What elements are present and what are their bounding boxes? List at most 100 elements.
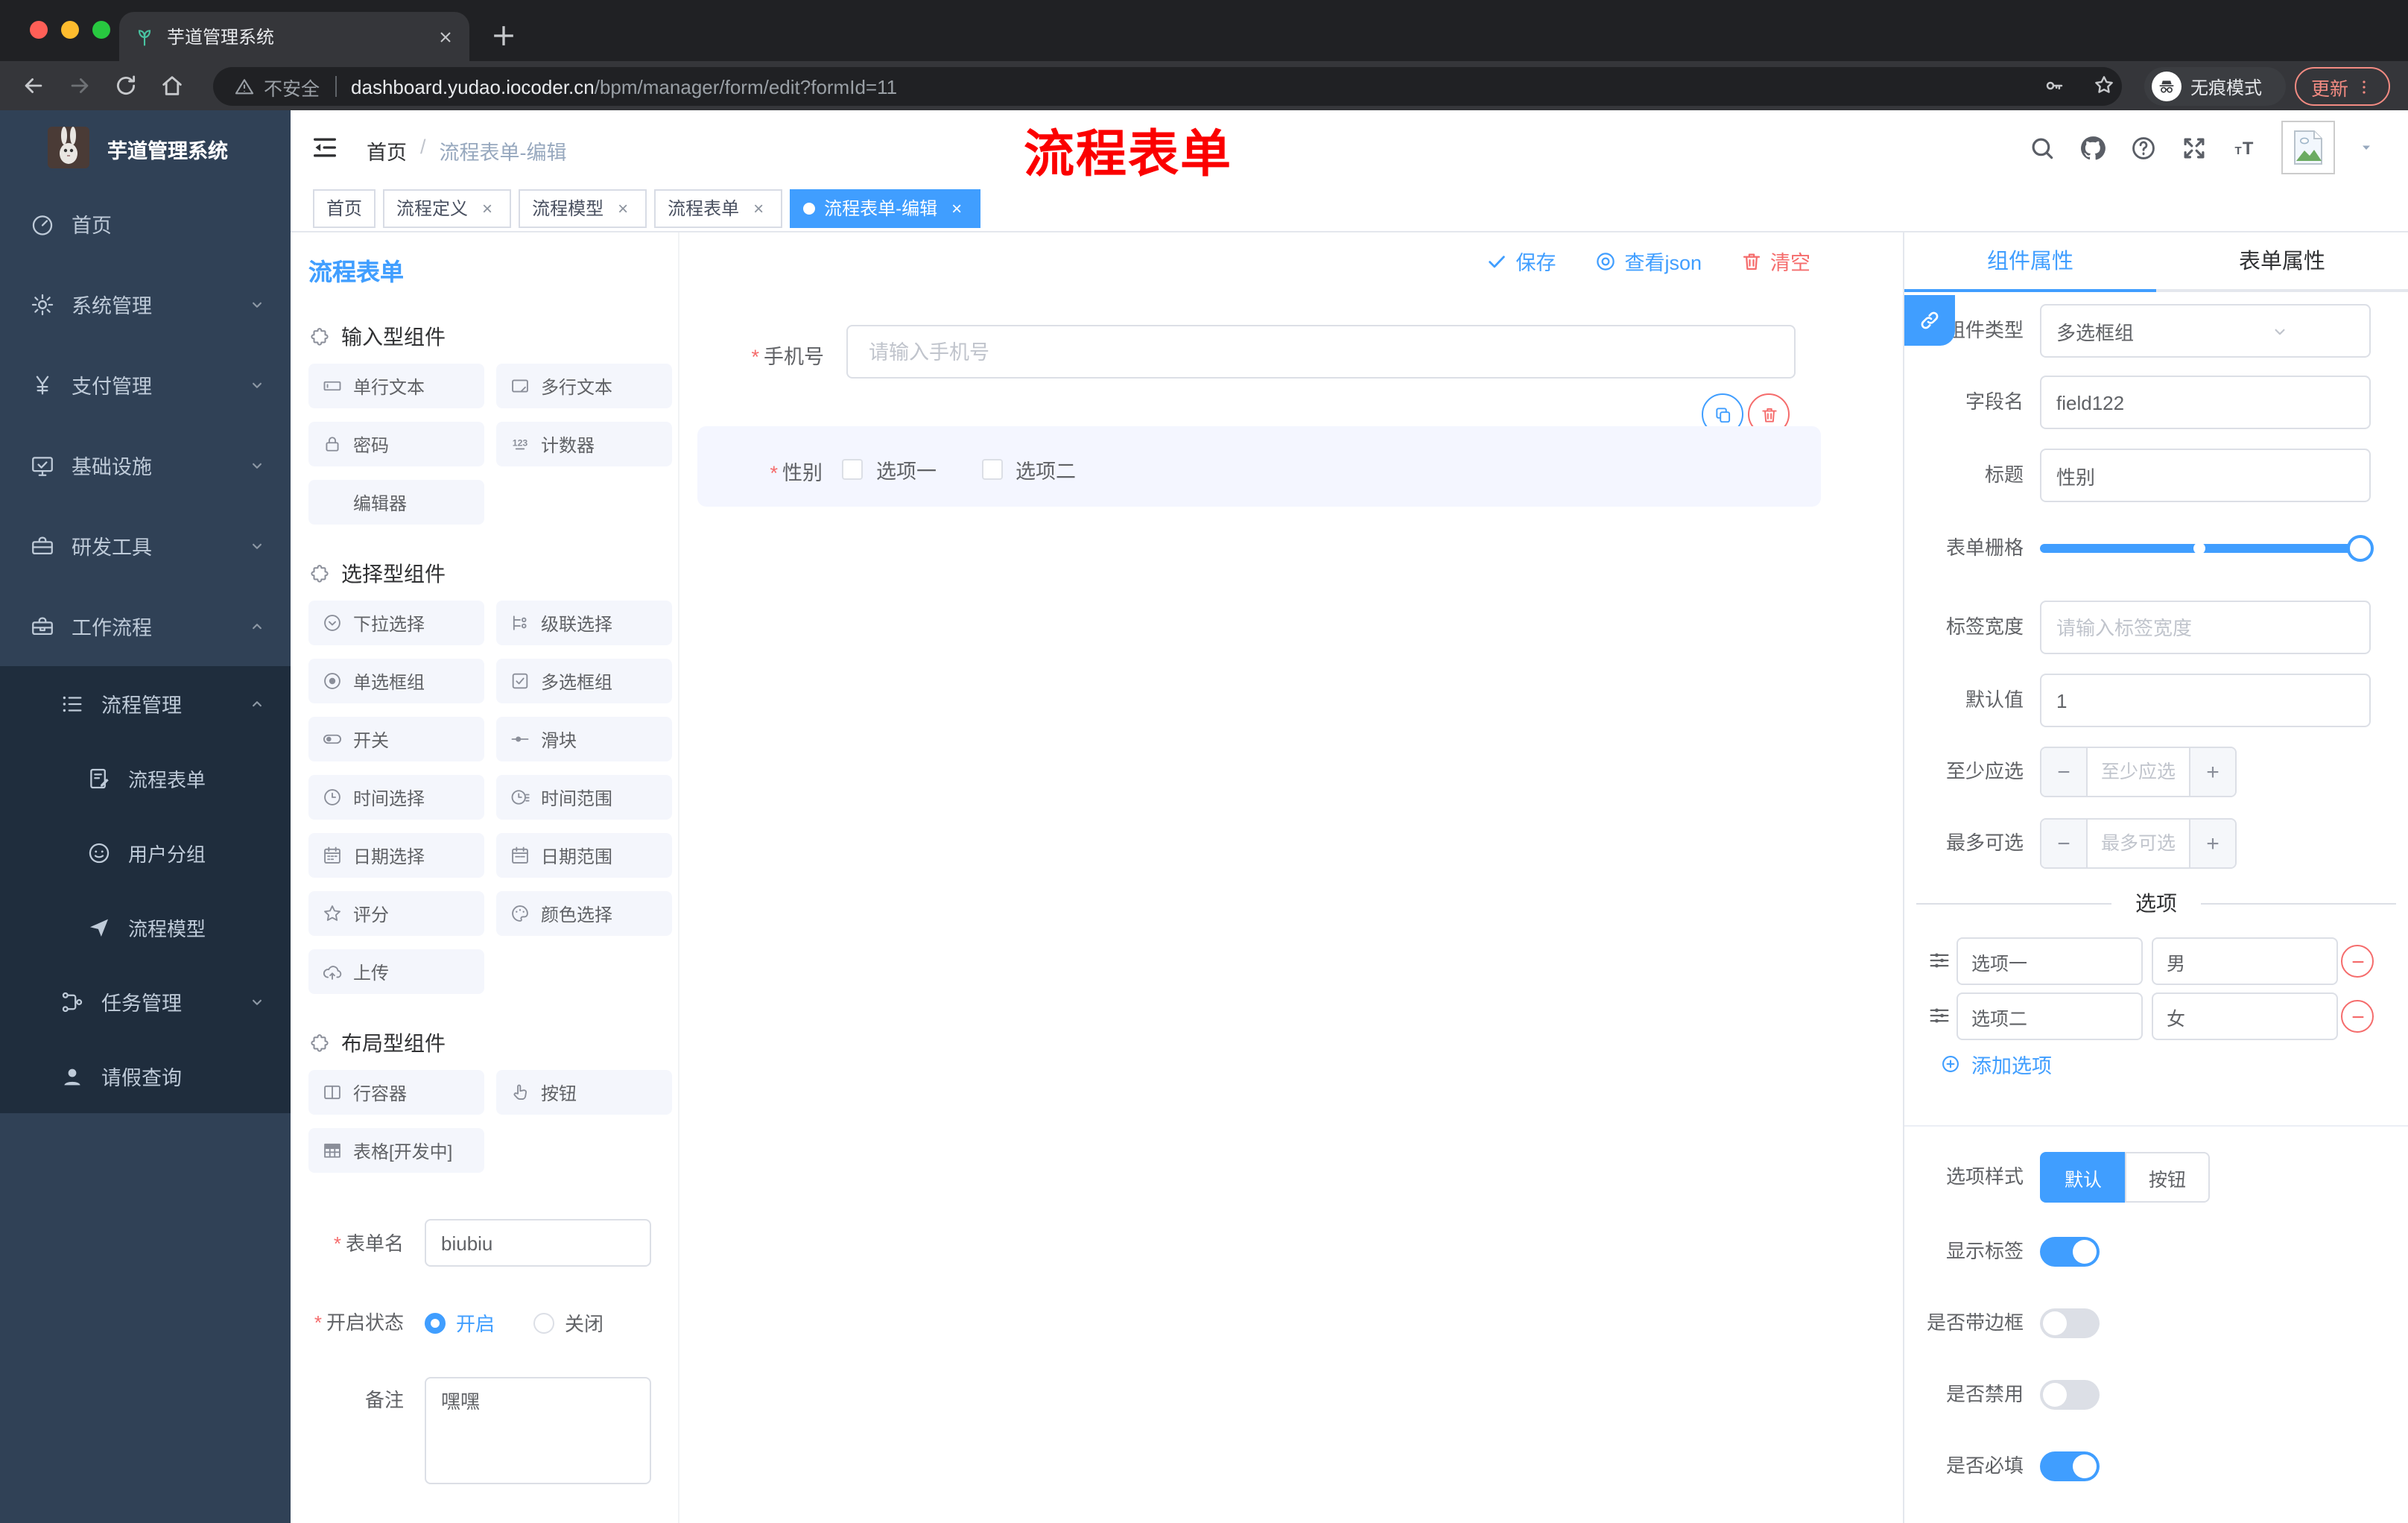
sidebar-item-payment-mgmt[interactable]: 支付管理 — [0, 344, 291, 425]
selected-component-gender[interactable]: * 性别 选项一 选项二 — [697, 426, 1821, 507]
window-zoom-button[interactable] — [92, 21, 110, 39]
tag-home[interactable]: 首页 — [313, 189, 376, 227]
tab-form-props[interactable]: 表单属性 — [2156, 232, 2408, 292]
toggle-switch-disabled[interactable] — [2040, 1380, 2100, 1410]
component-item-password[interactable]: 密码 — [308, 422, 484, 466]
browser-menu-icon[interactable] — [2354, 77, 2374, 96]
decrease-button[interactable]: − — [2041, 748, 2088, 796]
option-style-button[interactable]: 按钮 — [2125, 1152, 2210, 1203]
github-icon[interactable] — [2079, 133, 2107, 162]
option-value-input[interactable] — [2152, 937, 2338, 985]
component-item-time-picker[interactable]: 时间选择 — [308, 775, 484, 820]
component-item-multi-line-text[interactable]: 多行文本 — [496, 364, 672, 408]
label-width-input[interactable] — [2040, 601, 2371, 654]
tag-process-form[interactable]: 流程表单 × — [654, 189, 783, 227]
remove-option-button[interactable] — [2341, 945, 2374, 978]
sidebar-item-workflow[interactable]: 工作流程 — [0, 586, 291, 666]
sidebar-item-dev-tools[interactable]: 研发工具 — [0, 505, 291, 586]
tag-close-icon[interactable]: × — [612, 197, 633, 218]
increase-button[interactable]: + — [2189, 820, 2235, 867]
form-grid-slider[interactable] — [2040, 535, 2374, 562]
component-type-select[interactable]: 多选框组 — [2040, 304, 2371, 358]
component-item-single-line-text[interactable]: 单行文本 — [308, 364, 484, 408]
tag-process-form-edit[interactable]: 流程表单-编辑 × — [790, 189, 981, 227]
gender-option-checkbox[interactable]: 选项一 — [842, 455, 937, 484]
phone-field-input[interactable] — [846, 325, 1796, 379]
back-icon[interactable] — [21, 73, 46, 98]
sidebar-fold-icon[interactable] — [310, 133, 340, 162]
min-select-input[interactable] — [2088, 748, 2189, 796]
browser-update-button[interactable]: 更新 — [2295, 67, 2390, 106]
security-label[interactable]: 不安全 — [264, 72, 320, 101]
add-option-button[interactable]: 添加选项 — [1940, 1049, 2052, 1079]
external-link-button[interactable] — [1904, 295, 1955, 346]
component-item-radio-group[interactable]: 单选框组 — [308, 659, 484, 703]
sidebar-item-home[interactable]: 首页 — [0, 183, 291, 264]
window-minimize-button[interactable] — [61, 21, 79, 39]
toggle-switch-required[interactable] — [2040, 1451, 2100, 1481]
tag-close-icon[interactable]: × — [946, 197, 967, 218]
component-item-row-container[interactable]: 行容器 — [308, 1070, 484, 1115]
component-item-select[interactable]: 下拉选择 — [308, 601, 484, 645]
font-size-icon[interactable]: TT — [2231, 133, 2259, 162]
tag-process-model[interactable]: 流程模型 × — [519, 189, 647, 227]
increase-button[interactable]: + — [2189, 748, 2235, 796]
breadcrumb-home[interactable]: 首页 — [367, 136, 407, 165]
help-icon[interactable] — [2129, 133, 2158, 162]
form-remark-textarea[interactable]: 嘿嘿 — [425, 1377, 651, 1484]
component-item-table-dev[interactable]: 表格[开发中] — [308, 1128, 484, 1173]
tab-close-icon[interactable] — [437, 28, 454, 45]
user-avatar[interactable] — [2281, 121, 2335, 174]
gender-option-checkbox[interactable]: 选项二 — [981, 455, 1076, 484]
reload-icon[interactable] — [113, 73, 139, 98]
component-item-color-picker[interactable]: 颜色选择 — [496, 891, 672, 936]
component-item-editor[interactable]: 编辑器 — [308, 480, 484, 525]
drag-handle-icon[interactable] — [1927, 1003, 1952, 1028]
sidebar-logo-row[interactable]: 芋道管理系统 — [0, 110, 291, 185]
component-item-date-picker[interactable]: 日期选择 — [308, 833, 484, 878]
url-bar[interactable]: 不安全 dashboard.yudao.iocoder.cn/bpm/manag… — [213, 67, 2122, 106]
sidebar-item-process-model[interactable]: 流程模型 — [0, 890, 291, 964]
sidebar-item-infrastructure[interactable]: 基础设施 — [0, 425, 291, 505]
tab-component-props[interactable]: 组件属性 — [1904, 232, 2156, 292]
component-item-switch[interactable]: 开关 — [308, 717, 484, 762]
toggle-switch-show-label[interactable] — [2040, 1237, 2100, 1267]
fullscreen-icon[interactable] — [2180, 133, 2208, 162]
drag-handle-icon[interactable] — [1927, 948, 1952, 973]
field-name-input[interactable] — [2040, 376, 2371, 429]
component-item-checkbox-group[interactable]: 多选框组 — [496, 659, 672, 703]
slider-handle[interactable] — [2347, 535, 2374, 562]
toggle-switch-with-border[interactable] — [2040, 1308, 2100, 1338]
component-item-upload[interactable]: 上传 — [308, 949, 484, 994]
view-json-button[interactable]: 查看json — [1594, 246, 1702, 276]
avatar-caret-icon[interactable] — [2357, 139, 2375, 156]
max-select-input[interactable] — [2088, 820, 2189, 867]
component-item-time-range[interactable]: 时间范围 — [496, 775, 672, 820]
sidebar-item-process-form[interactable]: 流程表单 — [0, 741, 291, 815]
component-item-button[interactable]: 按钮 — [496, 1070, 672, 1115]
sidebar-item-system-mgmt[interactable]: 系统管理 — [0, 264, 291, 344]
tag-close-icon[interactable]: × — [748, 197, 769, 218]
title-input[interactable] — [2040, 449, 2371, 502]
component-item-slider[interactable]: 滑块 — [496, 717, 672, 762]
component-item-counter[interactable]: 123 计数器 — [496, 422, 672, 466]
option-label-input[interactable] — [1956, 937, 2143, 985]
search-icon[interactable] — [2028, 133, 2056, 162]
component-item-date-range[interactable]: 日期范围 — [496, 833, 672, 878]
sidebar-item-leave-query[interactable]: 请假查询 — [0, 1039, 291, 1113]
tag-close-icon[interactable]: × — [477, 197, 498, 218]
bookmark-star-icon[interactable] — [2092, 73, 2116, 97]
status-radio-on[interactable]: 开启 — [425, 1308, 495, 1337]
home-icon[interactable] — [159, 73, 185, 98]
decrease-button[interactable]: − — [2041, 820, 2088, 867]
sidebar-item-task-mgmt[interactable]: 任务管理 — [0, 964, 291, 1039]
new-tab-button[interactable] — [487, 19, 520, 52]
tag-process-definition[interactable]: 流程定义 × — [383, 189, 512, 227]
forward-icon[interactable] — [67, 73, 92, 98]
status-radio-off[interactable]: 关闭 — [533, 1308, 603, 1337]
form-name-input[interactable] — [425, 1219, 651, 1267]
window-close-button[interactable] — [30, 21, 48, 39]
save-button[interactable]: 保存 — [1486, 246, 1556, 276]
option-style-default[interactable]: 默认 — [2040, 1152, 2125, 1203]
sidebar-item-process-mgmt[interactable]: 流程管理 — [0, 666, 291, 741]
